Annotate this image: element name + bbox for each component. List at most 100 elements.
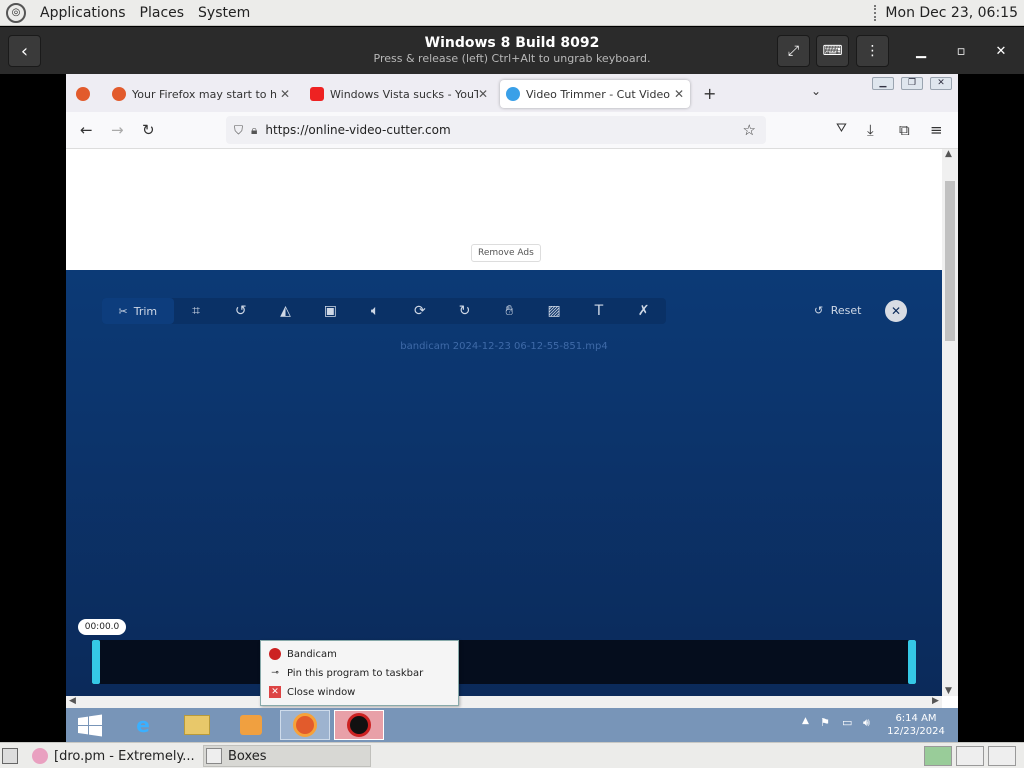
- bookmark-star-icon[interactable]: ☆: [743, 121, 756, 139]
- loop-tool-button[interactable]: ↻: [442, 298, 487, 324]
- forward-arrow-icon[interactable]: →: [111, 121, 124, 139]
- remove-logo-tool-button[interactable]: ✗: [621, 298, 666, 324]
- remove-ads-button[interactable]: Remove Ads: [471, 244, 541, 262]
- scroll-left-icon[interactable]: ◀: [69, 696, 76, 706]
- show-desktop-button[interactable]: [2, 745, 24, 767]
- win-restore-icon[interactable]: ❐: [901, 77, 923, 90]
- tray-expand-icon[interactable]: ▲: [802, 716, 809, 726]
- rotate-tool-button[interactable]: ↺: [218, 298, 263, 324]
- scroll-right-icon[interactable]: ▶: [932, 696, 939, 706]
- image-tool-button[interactable]: ▨: [532, 298, 577, 324]
- window-list-item[interactable]: [dro.pm - Extremely...: [32, 745, 200, 767]
- speed-tool-button[interactable]: ⟳: [397, 298, 442, 324]
- window-list-item-boxes[interactable]: Boxes: [203, 745, 371, 767]
- menu-button[interactable]: ⋮: [856, 35, 889, 67]
- text-tool-button[interactable]: T: [577, 298, 622, 324]
- scissors-icon: ✂: [118, 304, 128, 318]
- close-editor-button[interactable]: ✕: [885, 300, 907, 322]
- pocket-icon[interactable]: ⛛: [836, 121, 847, 136]
- horizontal-scrollbar[interactable]: ◀ ▶: [66, 696, 942, 708]
- jump-list-pin[interactable]: ⊸ Pin this program to taskbar: [269, 664, 423, 682]
- jump-list-bandicam[interactable]: Bandicam: [269, 645, 337, 663]
- download-icon[interactable]: ⤓: [867, 121, 874, 139]
- gnome-clock[interactable]: Mon Dec 23, 06:15: [874, 4, 1024, 21]
- workspace-2[interactable]: [956, 746, 984, 766]
- firefox-icon: [76, 87, 90, 101]
- new-tab-icon[interactable]: +: [703, 84, 716, 103]
- chevron-down-icon[interactable]: ⌄: [811, 84, 821, 98]
- gnome-logo-icon[interactable]: ◎: [6, 2, 26, 23]
- tab-firefox-view[interactable]: [70, 80, 98, 108]
- tab-video-trimmer[interactable]: Video Trimmer - Cut Video Onl ✕: [500, 80, 690, 108]
- stabilize-tool-button[interactable]: ✋︎: [487, 298, 532, 324]
- video-editor: ✂ Trim ⌗ ↺ ◭ ▣ 🔈︎ ⟳ ↻ ✋︎ ▨ T ✗ ↺ Reset ✕…: [66, 270, 942, 696]
- keyboard-button[interactable]: ⌨: [816, 35, 849, 67]
- close-window-icon: ✕: [269, 686, 281, 698]
- fullscreen-button[interactable]: ⤢: [777, 35, 810, 67]
- action-center-flag-icon[interactable]: ⚑: [820, 716, 830, 729]
- taskbar-clock[interactable]: 6:14 AM 12/23/2024: [886, 712, 946, 738]
- shield-icon[interactable]: ⛉: [234, 123, 243, 138]
- window-list-label: Boxes: [228, 748, 267, 764]
- taskbar-ie[interactable]: e: [118, 710, 168, 740]
- maximize-button[interactable]: ▫: [951, 41, 971, 61]
- network-icon[interactable]: ▭: [842, 716, 852, 729]
- tab-firefox[interactable]: Your Firefox may start to have p ✕: [106, 80, 296, 108]
- media-player-icon: [240, 715, 262, 735]
- taskbar-media-player[interactable]: [226, 710, 276, 740]
- back-arrow-icon[interactable]: ←: [80, 121, 93, 139]
- windows-taskbar: e ▲ ⚑ ▭ 🔊︎ 6:14 AM 12/23/2024: [66, 708, 958, 742]
- youtube-icon: [310, 87, 324, 101]
- close-tab-icon[interactable]: ✕: [674, 87, 684, 101]
- firefox-tab-strip: Your Firefox may start to have p ✕ Windo…: [66, 74, 958, 112]
- volume-tool-button[interactable]: 🔈︎: [353, 298, 398, 324]
- trim-start-handle[interactable]: [92, 640, 100, 684]
- scroll-thumb[interactable]: [945, 181, 955, 341]
- lock-icon[interactable]: 🔒︎: [251, 123, 257, 138]
- trim-label: Trim: [133, 304, 158, 318]
- workspace-3[interactable]: [988, 746, 1016, 766]
- tab-youtube[interactable]: Windows Vista sucks - YouTube ✕: [304, 80, 494, 108]
- start-button[interactable]: [72, 712, 108, 740]
- crop-tool-button[interactable]: ⌗: [174, 298, 219, 324]
- applications-menu[interactable]: Applications: [40, 5, 126, 21]
- ad-area: Remove Ads: [66, 149, 942, 270]
- reset-button[interactable]: ↺ Reset: [814, 304, 861, 317]
- tab-label: Video Trimmer - Cut Video Onl: [526, 87, 674, 101]
- jump-list-menu: Bandicam ⊸ Pin this program to taskbar ✕…: [260, 640, 459, 706]
- hamburger-menu-icon[interactable]: ≡: [930, 121, 943, 139]
- vertical-scrollbar[interactable]: ▲ ▼: [942, 149, 958, 696]
- speaker-icon[interactable]: 🔊︎: [863, 716, 870, 730]
- win-minimize-icon[interactable]: ▁: [872, 77, 894, 90]
- vm-display[interactable]: Your Firefox may start to have p ✕ Windo…: [66, 74, 958, 742]
- places-menu[interactable]: Places: [140, 5, 185, 21]
- scroll-up-icon[interactable]: ▲: [945, 149, 952, 159]
- scroll-down-icon[interactable]: ▼: [945, 686, 952, 696]
- system-menu[interactable]: System: [198, 5, 250, 21]
- reload-icon[interactable]: ↻: [142, 121, 155, 139]
- volume-icon: 🔈︎: [370, 303, 380, 319]
- taskbar-firefox[interactable]: [280, 710, 330, 740]
- jump-list-close[interactable]: ✕ Close window: [269, 683, 355, 701]
- close-tab-icon[interactable]: ✕: [478, 87, 488, 101]
- trim-timeline[interactable]: [92, 640, 916, 684]
- gnome-top-panel: ◎ Applications Places System Mon Dec 23,…: [0, 0, 1024, 26]
- close-tab-icon[interactable]: ✕: [280, 87, 290, 101]
- windows-logo-icon: [78, 714, 102, 737]
- workspace-1[interactable]: [924, 746, 952, 766]
- flip-icon: ◭: [280, 303, 291, 319]
- trim-end-handle[interactable]: [908, 640, 916, 684]
- close-window-button[interactable]: ✕: [991, 41, 1011, 61]
- taskbar-bandicam[interactable]: [334, 710, 384, 740]
- trim-tool-button[interactable]: ✂ Trim: [102, 298, 174, 324]
- url-text[interactable]: https://online-video-cutter.com: [265, 123, 450, 137]
- url-bar[interactable]: ⛉ 🔒︎ https://online-video-cutter.com ☆: [226, 116, 766, 144]
- extensions-icon[interactable]: ⧉: [899, 121, 910, 139]
- taskbar-explorer[interactable]: [172, 710, 222, 740]
- win-close-icon[interactable]: ✕: [930, 77, 952, 90]
- app-icon: [32, 748, 48, 764]
- bandicam-icon: [269, 648, 281, 660]
- resize-tool-button[interactable]: ▣: [308, 298, 353, 324]
- flip-tool-button[interactable]: ◭: [263, 298, 308, 324]
- minimize-button[interactable]: ▁: [911, 41, 931, 61]
